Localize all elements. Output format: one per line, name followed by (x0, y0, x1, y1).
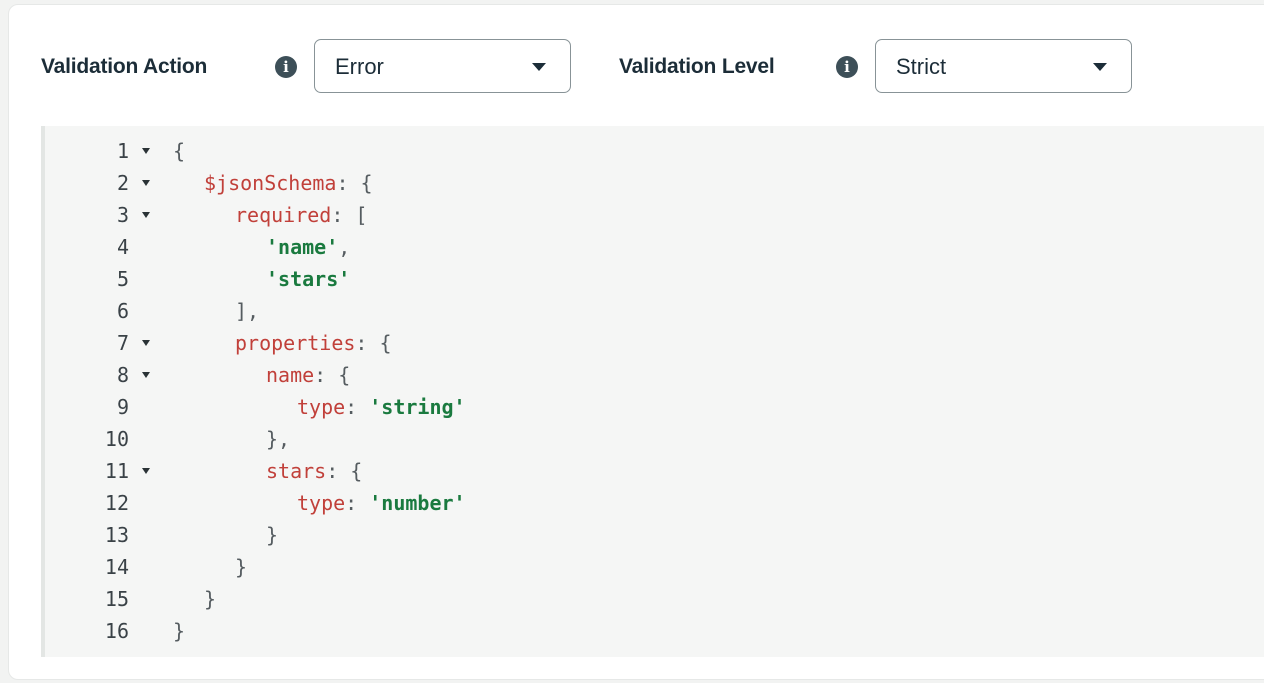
info-icon[interactable]: i (836, 56, 858, 78)
code-text: 'stars' (266, 263, 350, 295)
code-line[interactable]: 15} (45, 583, 1264, 615)
code-key: properties (235, 331, 356, 355)
code-text: $jsonSchema: { (204, 167, 373, 199)
validation-level-select[interactable]: Strict (875, 39, 1132, 93)
chevron-down-icon (1093, 63, 1107, 71)
code-line[interactable]: 5 'stars' (45, 263, 1264, 295)
code-line[interactable]: 14} (45, 551, 1264, 583)
code-line[interactable]: 6], (45, 295, 1264, 327)
fold-toggle-icon[interactable] (142, 372, 150, 378)
code-line[interactable]: 13} (45, 519, 1264, 551)
code-line[interactable]: 12 type: 'number' (45, 487, 1264, 519)
code-line[interactable]: 3 required: [ (45, 199, 1264, 231)
line-number: 13 (104, 523, 129, 547)
code-text: required: [ (235, 199, 367, 231)
code-key: $jsonSchema (204, 171, 337, 195)
validation-level-label: Validation Level (619, 55, 775, 78)
code-text: } (173, 615, 185, 647)
code-punctuation: : (345, 491, 370, 515)
chevron-down-icon (532, 63, 546, 71)
code-punctuation: : { (355, 331, 392, 355)
code-punctuation: : (345, 395, 370, 419)
code-line[interactable]: 1{ (45, 135, 1264, 167)
code-punctuation: } (204, 587, 217, 611)
code-text: } (235, 551, 247, 583)
line-number: 10 (104, 427, 129, 451)
code-key: stars (266, 459, 327, 483)
code-punctuation: } (235, 555, 248, 579)
fold-toggle-icon[interactable] (142, 148, 150, 154)
code-key: name (266, 363, 315, 387)
code-text: } (266, 519, 278, 551)
code-text: { (173, 135, 185, 167)
code-text: 'name', (266, 231, 350, 263)
code-line[interactable]: 7 properties: { (45, 327, 1264, 359)
code-text: type: 'string' (297, 391, 466, 423)
validation-action-value: Error (335, 54, 384, 79)
line-number: 9 (116, 395, 129, 419)
fold-toggle-icon[interactable] (142, 180, 150, 186)
line-number: 15 (104, 587, 129, 611)
code-punctuation: : { (326, 459, 363, 483)
code-line[interactable]: 8 name: { (45, 359, 1264, 391)
line-number: 6 (116, 299, 129, 323)
line-number: 16 (104, 619, 129, 643)
line-number: 12 (104, 491, 129, 515)
code-punctuation: } (173, 619, 186, 643)
line-number: 1 (116, 139, 129, 163)
code-key: required (235, 203, 332, 227)
line-number: 11 (104, 459, 129, 483)
validation-level-value: Strict (896, 54, 947, 79)
code-text: type: 'number' (297, 487, 466, 519)
code-punctuation: ], (235, 299, 260, 323)
code-line[interactable]: 11 stars: { (45, 455, 1264, 487)
code-key: type (297, 395, 346, 419)
line-number: 4 (116, 235, 129, 259)
code-text: ], (235, 295, 259, 327)
validation-action-select[interactable]: Error (314, 39, 571, 93)
line-number: 8 (116, 363, 129, 387)
code-line[interactable]: 2 $jsonSchema: { (45, 167, 1264, 199)
code-punctuation: { (173, 139, 186, 163)
code-line[interactable]: 16} (45, 615, 1264, 647)
code-punctuation: , (338, 235, 351, 259)
code-string: 'string' (369, 395, 466, 419)
validation-panel: Validation Action i Error Validation Lev… (8, 4, 1264, 680)
info-icon[interactable]: i (275, 56, 297, 78)
code-text: properties: { (235, 327, 392, 359)
fold-toggle-icon[interactable] (142, 468, 150, 474)
validation-action-label: Validation Action (41, 55, 208, 78)
code-punctuation: } (266, 523, 279, 547)
code-string: 'name' (266, 235, 339, 259)
line-number: 5 (116, 267, 129, 291)
code-text: }, (266, 423, 290, 455)
code-key: type (297, 491, 346, 515)
schema-code-editor[interactable]: 1{2 $jsonSchema: {3 required: [4'name', 5's… (41, 126, 1264, 657)
code-punctuation: : { (336, 171, 373, 195)
code-punctuation: : [ (331, 203, 368, 227)
line-number: 3 (116, 203, 129, 227)
line-number: 14 (104, 555, 129, 579)
validation-toolbar: Validation Action i Error Validation Lev… (9, 5, 1264, 125)
code-punctuation: : { (314, 363, 351, 387)
code-punctuation: }, (266, 427, 291, 451)
code-text: name: { (266, 359, 350, 391)
code-string: 'number' (369, 491, 466, 515)
code-line[interactable]: 9 type: 'string' (45, 391, 1264, 423)
code-string: 'stars' (266, 267, 351, 291)
code-text: } (204, 583, 216, 615)
fold-toggle-icon[interactable] (142, 212, 150, 218)
code-line[interactable]: 10}, (45, 423, 1264, 455)
code-text: stars: { (266, 455, 362, 487)
code-line[interactable]: 4 'name', (45, 231, 1264, 263)
line-number: 7 (116, 331, 129, 355)
fold-toggle-icon[interactable] (142, 340, 150, 346)
line-number: 2 (116, 171, 129, 195)
